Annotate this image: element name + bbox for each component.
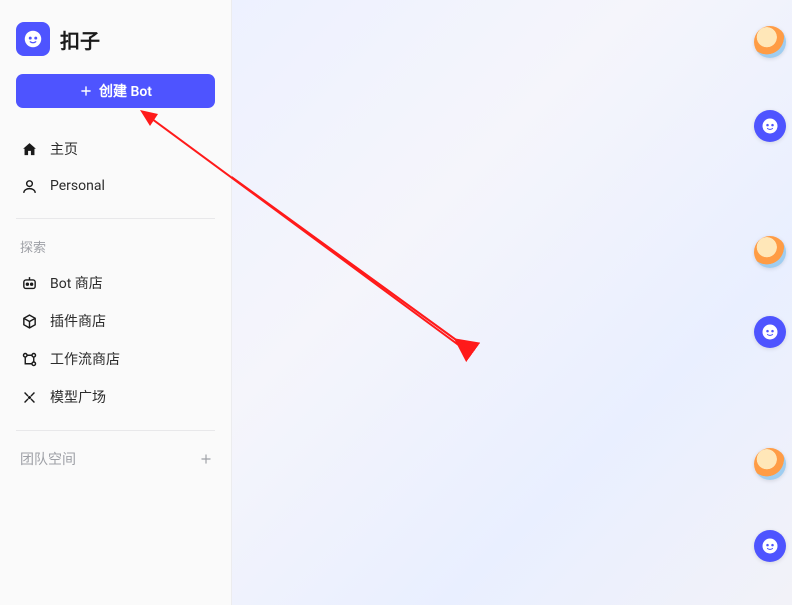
bot-face-icon: [760, 116, 780, 136]
nav-model-square[interactable]: 模型广场: [8, 378, 223, 416]
nav-workflow-store-label: 工作流商店: [50, 349, 120, 369]
bot-face-icon: [22, 28, 44, 50]
create-bot-button[interactable]: 创建 Bot: [16, 74, 215, 108]
nav-plugin-store[interactable]: 插件商店: [8, 302, 223, 340]
add-team-button[interactable]: [197, 450, 215, 468]
floating-user-avatar[interactable]: [754, 26, 786, 58]
nav-personal[interactable]: Personal: [8, 168, 223, 204]
brand: 扣子: [0, 10, 231, 74]
person-icon: [20, 177, 38, 195]
create-bot-label: 创建 Bot: [99, 81, 152, 101]
floating-avatar-column: [748, 0, 786, 605]
floating-user-avatar[interactable]: [754, 448, 786, 480]
divider: [16, 430, 215, 431]
annotation-arrow: [232, 0, 792, 605]
team-heading: 团队空间: [20, 449, 76, 469]
sparkle-icon: [20, 388, 38, 406]
explore-heading: 探索: [0, 229, 231, 260]
divider: [16, 218, 215, 219]
workflow-icon: [20, 350, 38, 368]
main-canvas: [232, 0, 792, 605]
floating-user-avatar[interactable]: [754, 236, 786, 268]
nav-explore: Bot 商店 插件商店 工作流商店 模型广场: [0, 260, 231, 420]
bot-face-icon: [760, 536, 780, 556]
nav-model-square-label: 模型广场: [50, 387, 106, 407]
plus-icon: [79, 84, 93, 98]
home-icon: [20, 140, 38, 158]
floating-bot-avatar[interactable]: [754, 530, 786, 562]
brand-title: 扣子: [60, 25, 100, 54]
cube-icon: [20, 312, 38, 330]
sidebar: 扣子 创建 Bot 主页 Personal 探索 Bot 商店: [0, 0, 232, 605]
brand-logo: [16, 22, 50, 56]
floating-bot-avatar[interactable]: [754, 110, 786, 142]
nav-workflow-store[interactable]: 工作流商店: [8, 340, 223, 378]
nav-home-label: 主页: [50, 139, 78, 159]
plus-icon: [199, 452, 213, 466]
nav-primary: 主页 Personal: [0, 126, 231, 208]
floating-bot-avatar[interactable]: [754, 316, 786, 348]
bot-store-icon: [20, 274, 38, 292]
nav-home[interactable]: 主页: [8, 130, 223, 168]
team-section: 团队空间: [0, 441, 231, 477]
bot-face-icon: [760, 322, 780, 342]
nav-personal-label: Personal: [50, 178, 105, 194]
nav-plugin-store-label: 插件商店: [50, 311, 106, 331]
nav-bot-store[interactable]: Bot 商店: [8, 264, 223, 302]
nav-bot-store-label: Bot 商店: [50, 273, 103, 293]
